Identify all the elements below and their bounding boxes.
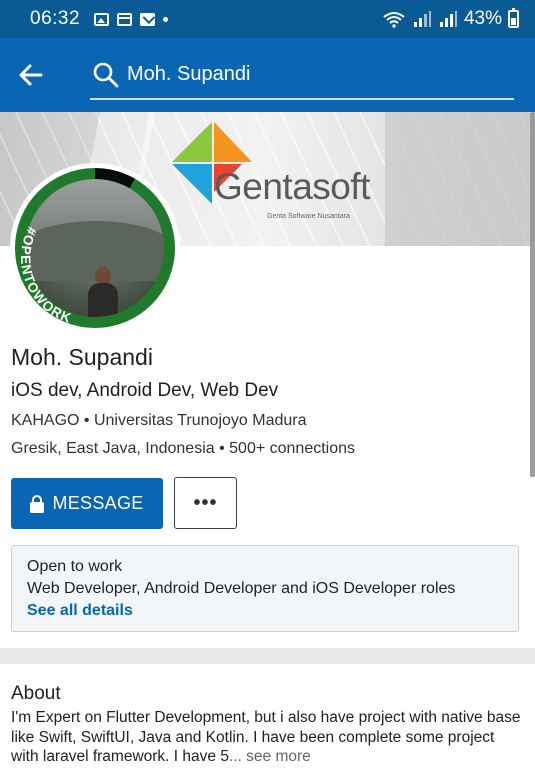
search-input[interactable]: Moh. Supandi (90, 56, 514, 100)
app-bar: Moh. Supandi (0, 38, 535, 112)
status-bar: 06:32 43% (0, 0, 535, 38)
message-button[interactable]: MESSAGE (11, 478, 163, 529)
more-dots-icon: ••• (193, 491, 218, 514)
svg-text:#OPENTOWORK: #OPENTOWORK (18, 225, 74, 326)
signal-sim1-icon (413, 11, 431, 27)
logo-tagline: Genta Software Nusantara (267, 213, 350, 220)
profile-name: Moh. Supandi (11, 344, 153, 370)
avatar[interactable]: #OPENTOWORK (10, 163, 180, 333)
see-more-link[interactable]: ... see more (229, 748, 311, 765)
battery-icon (508, 8, 519, 28)
calendar-notification-icon (117, 12, 133, 26)
see-all-details-link[interactable]: See all details (27, 602, 133, 620)
logo-name: Gentasoft (214, 166, 370, 207)
more-notifications-icon (163, 16, 169, 22)
status-right: 43% (382, 8, 519, 30)
open-to-work-card[interactable]: Open to work Web Developer, Android Deve… (11, 545, 519, 632)
notification-icons (94, 12, 169, 26)
open-to-work-title: Open to work (27, 558, 123, 575)
battery-percent: 43% (463, 8, 502, 29)
more-options-button[interactable]: ••• (174, 477, 237, 529)
status-time: 06:32 (30, 8, 81, 29)
search-icon (93, 62, 119, 88)
lock-icon (30, 494, 45, 513)
section-divider (0, 648, 535, 664)
open-to-work-badge: #OPENTOWORK (18, 225, 74, 326)
message-button-label: MESSAGE (52, 493, 144, 513)
about-text: I'm Expert on Flutter Development, but i… (11, 708, 523, 767)
back-arrow-icon[interactable] (16, 60, 46, 90)
scrollbar[interactable] (530, 112, 535, 477)
profile-headline: iOS dev, Android Dev, Web Dev (11, 380, 279, 401)
open-to-work-roles: Web Developer, Android Developer and iOS… (27, 580, 456, 597)
signal-sim2-icon (439, 11, 457, 27)
mail-notification-icon (140, 12, 156, 26)
wifi-icon (383, 12, 405, 28)
profile-company-education[interactable]: KAHAGO • Universitas Trunojoyo Madura (11, 412, 307, 430)
about-title: About (11, 683, 61, 704)
gentasoft-logo: Gentasoft Genta Software Nusantara (172, 122, 382, 222)
gallery-notification-icon (94, 12, 110, 26)
profile-location-connections[interactable]: Gresik, East Java, Indonesia • 500+ conn… (11, 440, 355, 458)
search-query: Moh. Supandi (127, 63, 251, 85)
